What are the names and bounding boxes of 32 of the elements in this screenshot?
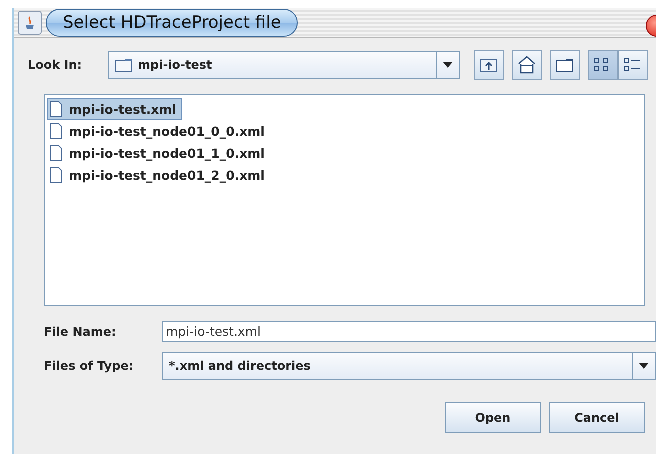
file-item[interactable]: mpi-io-test_node01_0_0.xml	[47, 120, 270, 142]
toolbar-button[interactable]	[588, 50, 618, 80]
cancel-button[interactable]: Cancel	[549, 402, 645, 433]
caret-icon	[639, 363, 649, 369]
document-icon	[50, 166, 63, 184]
toolbar-button[interactable]	[550, 50, 580, 80]
folder-icon	[115, 58, 133, 72]
open-button[interactable]: Open	[445, 402, 541, 433]
toolbar-button[interactable]	[512, 50, 542, 80]
file-name-field[interactable]: mpi-io-test.xml	[162, 321, 656, 342]
toolbar-button[interactable]	[618, 50, 648, 80]
details-view-icon	[624, 57, 642, 73]
toolbar-button[interactable]	[474, 50, 504, 80]
folder-name: mpi-io-test	[138, 58, 212, 72]
file-item[interactable]: mpi-io-test_node01_2_0.xml	[47, 164, 270, 186]
document-icon	[50, 122, 63, 140]
caret-icon	[443, 62, 453, 68]
file-item[interactable]: mpi-io-test_node01_1_0.xml	[47, 142, 270, 164]
file-type-dropdown[interactable]: *.xml and directories	[162, 352, 656, 380]
document-icon	[50, 100, 63, 118]
document-icon	[50, 144, 63, 162]
window-title: Select HDTraceProject file	[46, 8, 298, 36]
look-in-dropdown[interactable]: mpi-io-test	[108, 51, 460, 79]
file-item[interactable]: mpi-io-test.xml	[47, 98, 182, 120]
look-in-label: Look In:	[28, 58, 84, 72]
file-type-label: Files of Type:	[44, 359, 135, 373]
folder-up-icon	[480, 57, 498, 73]
app-icon	[18, 10, 42, 34]
folder-icon	[556, 58, 574, 72]
file-type-value: *.xml and directories	[169, 359, 311, 373]
file-name-label: File Name:	[44, 324, 118, 338]
home-icon	[518, 56, 536, 74]
